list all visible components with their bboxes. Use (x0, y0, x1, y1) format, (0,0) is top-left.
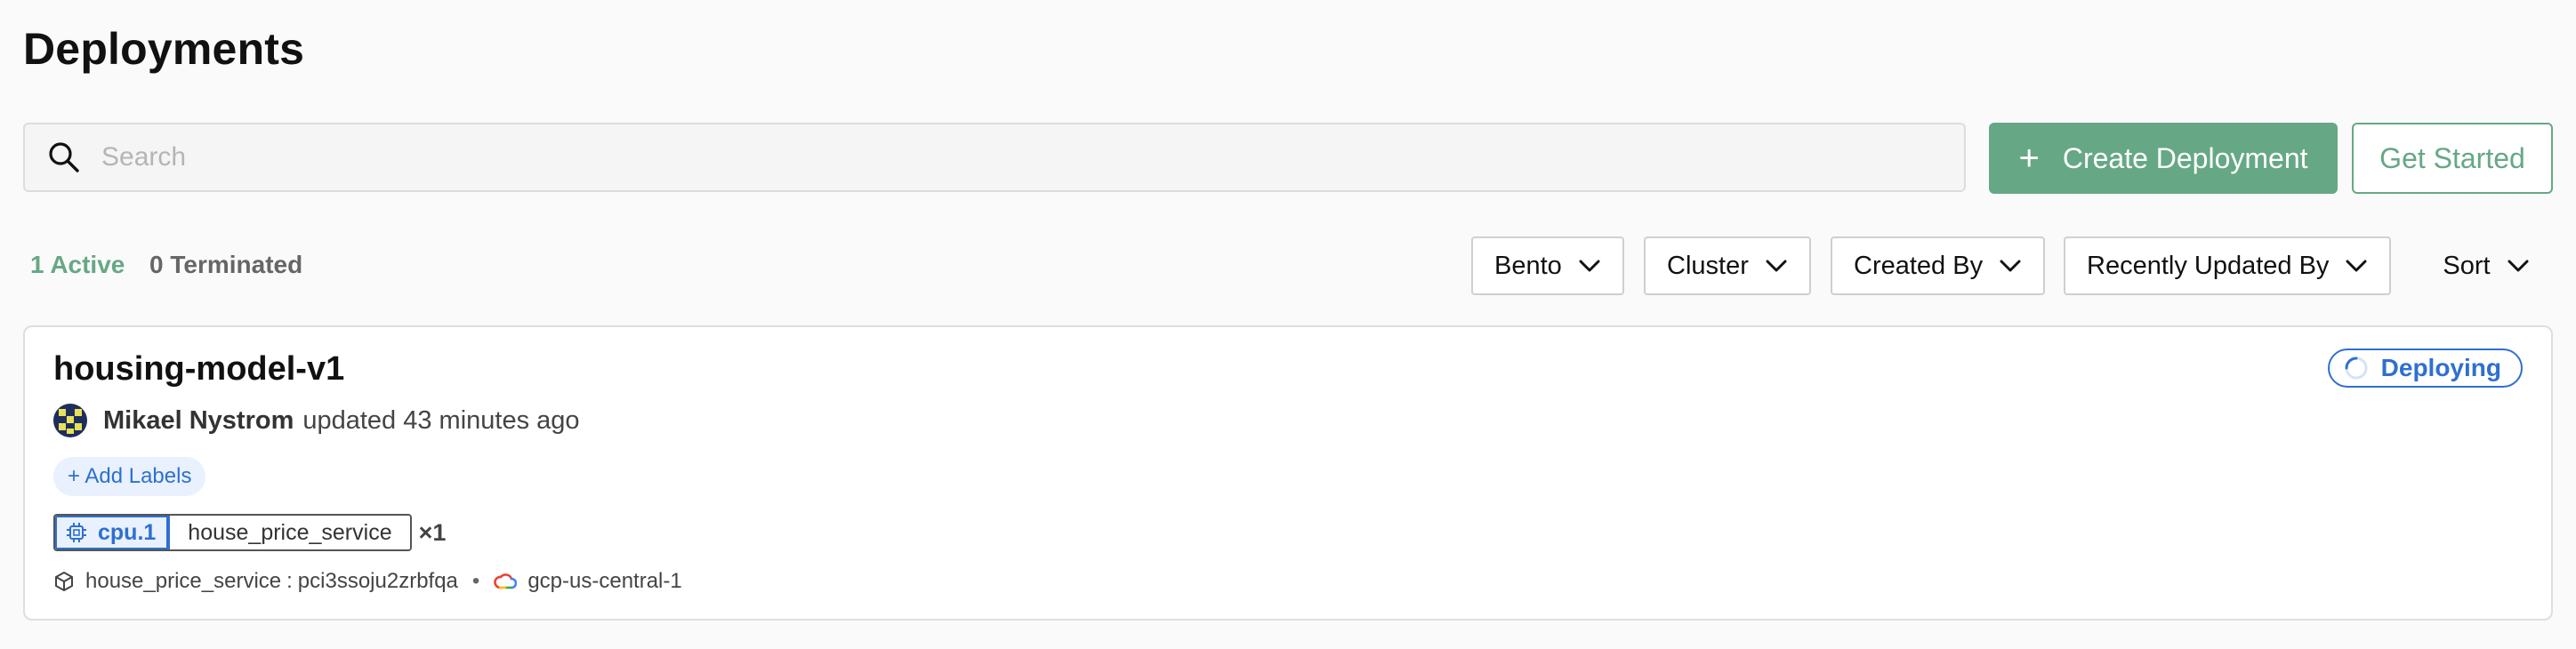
service-name-tag: house_price_service (170, 516, 410, 549)
package-box-icon (53, 571, 75, 592)
create-deployment-button[interactable]: + Create Deployment (1989, 123, 2338, 194)
resource-tag: cpu.1 house_price_service (53, 514, 412, 551)
replica-count: ×1 (418, 518, 447, 546)
add-labels-button[interactable]: + Add Labels (53, 457, 206, 496)
status-badge: Deploying (2327, 349, 2523, 388)
chevron-down-icon (1999, 259, 2022, 273)
filter-recently-updated-by-label: Recently Updated By (2087, 251, 2330, 280)
deployments-page: Deployments + Create Deployment Get Star… (0, 0, 2576, 649)
filter-recently-updated-by[interactable]: Recently Updated By (2064, 236, 2392, 295)
get-started-label: Get Started (2379, 141, 2525, 174)
filter-cluster-label: Cluster (1667, 251, 1749, 280)
resource-row: cpu.1 house_price_service ×1 (53, 514, 446, 551)
filter-bento-label: Bento (1494, 251, 1562, 280)
plus-icon: + (2018, 139, 2040, 178)
meta-row: house_price_service : pci3ssoju2zrbfqa •… (53, 569, 682, 594)
bento-version[interactable]: pci3ssoju2zrbfqa (298, 569, 458, 594)
cluster-name[interactable]: gcp-us-central-1 (527, 569, 681, 594)
instance-type-label: cpu.1 (98, 519, 157, 545)
page-title: Deployments (23, 24, 305, 74)
filter-bento[interactable]: Bento (1471, 236, 1624, 295)
updated-time: updated 43 minutes ago (302, 405, 580, 435)
meta-dot: • (471, 569, 480, 593)
chevron-down-icon (1578, 259, 1601, 273)
spinner-icon (2344, 356, 2369, 381)
filter-cluster[interactable]: Cluster (1644, 236, 1811, 295)
updated-row: Mikael Nystrom updated 43 minutes ago (53, 404, 580, 437)
sort-label: Sort (2443, 251, 2491, 280)
search-box[interactable] (23, 123, 1966, 192)
cpu-chip-icon (66, 522, 87, 543)
bento-name[interactable]: house_price_service (85, 569, 281, 594)
deployment-name[interactable]: housing-model-v1 (53, 350, 344, 389)
sort-button[interactable]: Sort (2419, 236, 2553, 295)
status-label: Deploying (2380, 354, 2501, 381)
tab-active[interactable]: 1 Active (30, 251, 125, 279)
get-started-button[interactable]: Get Started (2352, 123, 2553, 194)
instance-type-tag: cpu.1 (55, 516, 171, 549)
tab-terminated[interactable]: 0 Terminated (149, 251, 302, 279)
deployment-card[interactable]: housing-model-v1 Deploying Mikael Nystro… (23, 325, 2553, 621)
search-input[interactable] (100, 130, 1882, 185)
filter-created-by[interactable]: Created By (1831, 236, 2046, 295)
bento-separator: : (286, 569, 293, 593)
chevron-down-icon (2507, 259, 2530, 273)
create-deployment-label: Create Deployment (2062, 141, 2308, 174)
filter-created-by-label: Created By (1854, 251, 1984, 280)
google-cloud-icon (494, 572, 518, 591)
chevron-down-icon (2345, 259, 2368, 273)
user-name: Mikael Nystrom (103, 405, 294, 435)
avatar[interactable] (53, 404, 87, 437)
search-icon (46, 140, 82, 175)
chevron-down-icon (1765, 259, 1788, 273)
